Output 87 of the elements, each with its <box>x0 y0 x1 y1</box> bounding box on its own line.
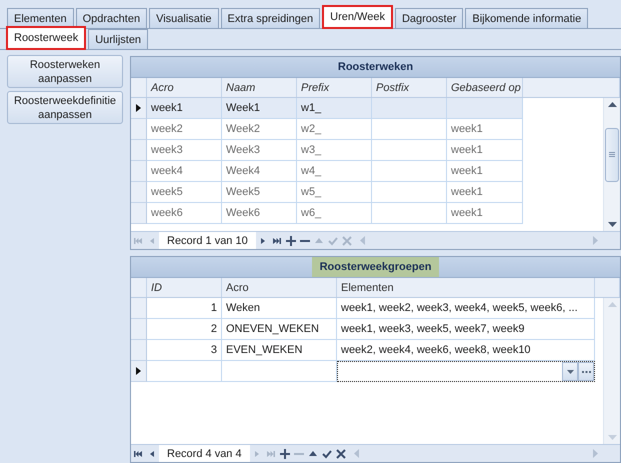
table-cell: week1 <box>447 182 523 203</box>
tab[interactable]: Visualisatie <box>149 8 219 28</box>
triangle-up-icon <box>314 236 324 246</box>
table-cell: week1 <box>447 140 523 161</box>
table-cell: w6_ <box>297 203 372 224</box>
caret-down-icon <box>566 370 574 374</box>
table-cell: EVEN_WEKEN <box>222 340 337 362</box>
table-cell: week3 <box>147 140 222 161</box>
scroll-up-icon <box>608 102 616 107</box>
column-header[interactable]: ID <box>147 278 222 298</box>
plus-icon <box>286 236 296 246</box>
column-header[interactable]: Gebaseerd op <box>447 78 523 97</box>
scroll-right-icon <box>593 236 598 246</box>
ellipsis-button[interactable] <box>578 362 594 382</box>
row-indicator-icon <box>136 104 141 112</box>
scroll-down-icon <box>608 435 616 440</box>
tab[interactable]: Uren/Week <box>322 5 393 29</box>
table-cell: week1 <box>447 161 523 182</box>
table-cell: 3 <box>147 340 222 362</box>
row-indicator[interactable] <box>131 361 147 382</box>
ellipsis-icon <box>582 370 590 373</box>
first-record-icon <box>133 448 143 458</box>
table-cell: w2_ <box>297 119 372 140</box>
tab[interactable]: Opdrachten <box>76 8 148 28</box>
tab[interactable]: Uurlijsten <box>88 29 148 49</box>
dropdown-button[interactable] <box>562 362 578 382</box>
table-cell: week6 <box>147 203 222 224</box>
action-button[interactable]: Roosterweekdefinitie aanpassen <box>7 91 123 124</box>
table-cell: w4_ <box>297 161 372 182</box>
dropdown-editor[interactable] <box>337 361 595 382</box>
table-cell: 1 <box>147 298 222 320</box>
close-icon <box>336 448 346 458</box>
close-icon <box>342 236 352 246</box>
last-record-icon <box>272 236 282 246</box>
column-header[interactable]: Naam <box>222 78 297 97</box>
column-header[interactable]: Prefix <box>297 78 372 97</box>
table-cell: week1, week3, week5, week7, week9 <box>337 319 595 340</box>
table-cell: Weken <box>222 298 337 320</box>
grid-title: Roosterweekgroepen <box>312 257 440 278</box>
row-indicator-icon <box>136 367 141 376</box>
tab[interactable]: Elementen <box>7 8 74 28</box>
table-cell: Week3 <box>222 140 297 161</box>
table-cell: w1_ <box>297 98 372 119</box>
table-cell: Week6 <box>222 203 297 224</box>
tab[interactable]: Dagrooster <box>394 8 464 28</box>
table-cell: w5_ <box>297 182 372 203</box>
action-button[interactable]: Roosterweken aanpassen <box>7 55 123 88</box>
table-cell: week1 <box>147 98 222 119</box>
grid-title: Roosterweken <box>336 60 414 75</box>
table-cell: week1 <box>447 203 523 224</box>
table-cell: week2, week4, week6, week8, week10 <box>337 340 595 362</box>
table-cell: week1, week2, week3, week4, week5, week6, ... <box>337 298 595 320</box>
table-cell: week4 <box>147 161 222 182</box>
table-cell: Week5 <box>222 182 297 203</box>
vertical-scrollbar[interactable] <box>603 298 620 444</box>
plus-icon <box>280 448 290 458</box>
scroll-right-icon <box>593 449 598 458</box>
check-icon <box>322 448 332 458</box>
vertical-scrollbar[interactable] <box>603 98 620 232</box>
table-cell: ONEVEN_WEKEN <box>222 319 337 340</box>
table-cell: week2 <box>147 119 222 140</box>
scroll-up-icon <box>608 302 616 308</box>
table-cell: Week4 <box>222 161 297 182</box>
column-header[interactable]: Elementen <box>337 278 595 298</box>
column-header[interactable]: Acro <box>222 278 337 298</box>
column-header[interactable]: Acro <box>147 78 222 97</box>
scrollbar-thumb[interactable] <box>605 128 619 182</box>
triangle-up-icon <box>308 448 318 458</box>
table-cell: Week1 <box>222 98 297 119</box>
scroll-down-icon <box>608 222 616 228</box>
tab[interactable]: Roosterweek <box>6 26 86 50</box>
table-cell: Week2 <box>222 119 297 140</box>
column-header[interactable]: Postfix <box>372 78 447 97</box>
tab[interactable]: Bijkomende informatie <box>465 8 588 28</box>
table-cell: week1 <box>447 119 523 140</box>
table-cell: w3_ <box>297 140 372 161</box>
scroll-left-icon <box>360 236 365 246</box>
record-counter: Record 1 van 10 <box>159 232 256 250</box>
last-record-icon <box>266 448 276 458</box>
scroll-left-icon <box>354 449 359 458</box>
table-cell: 2 <box>147 319 222 340</box>
check-icon <box>328 236 338 246</box>
first-record-icon <box>133 236 143 246</box>
table-cell: week5 <box>147 182 222 203</box>
record-counter: Record 4 van 4 <box>159 445 250 462</box>
row-indicator[interactable] <box>131 98 147 119</box>
tab[interactable]: Extra spreidingen <box>220 8 320 28</box>
